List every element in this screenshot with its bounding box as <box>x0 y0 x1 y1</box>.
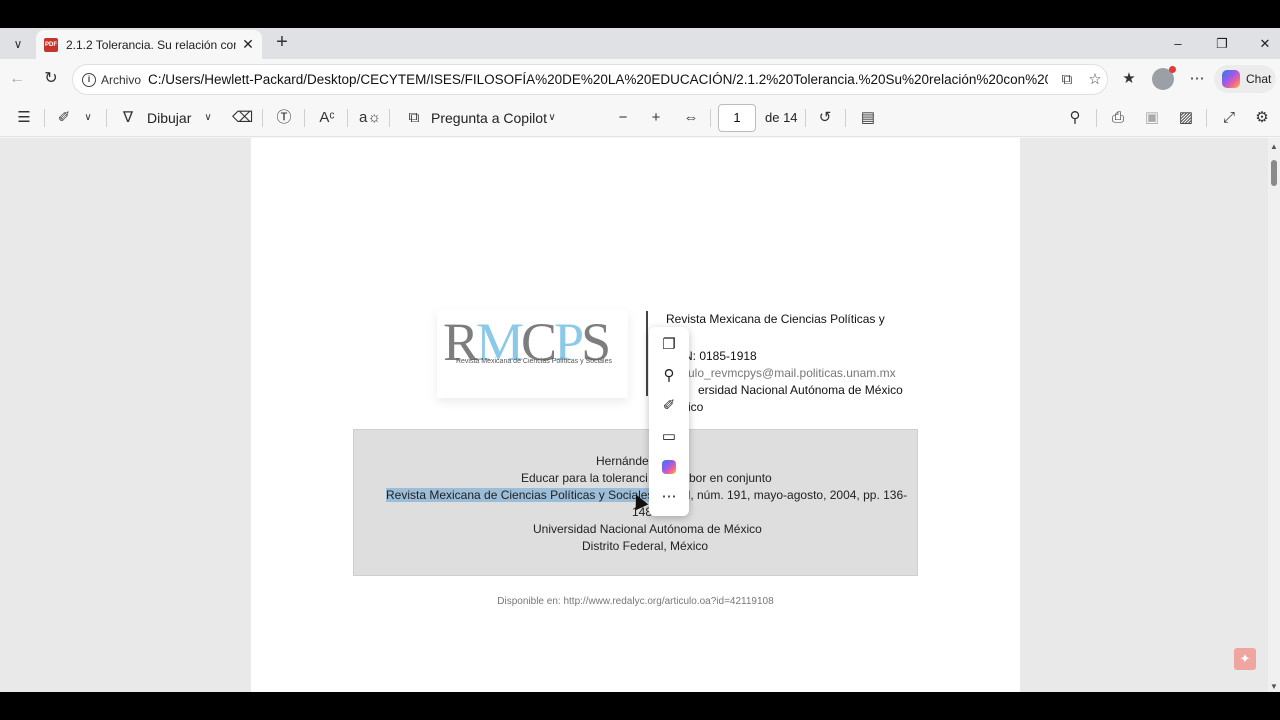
address-row: ← ↻ i Archivo C:/Users/Hewlett-Packard/D… <box>0 59 1280 100</box>
contents-list-icon[interactable]: ☰ <box>14 108 34 128</box>
available-at-link[interactable]: Disponible en: http://www.redalyc.org/ar… <box>251 596 1020 607</box>
highlight-icon[interactable]: ✐ <box>54 108 74 128</box>
tab-actions-chevron-icon[interactable]: ∨ <box>6 32 30 56</box>
copilot-ask-icon[interactable]: ⧉ <box>403 108 425 128</box>
scroll-up-arrow-icon[interactable]: ▲ <box>1270 142 1278 151</box>
address-bar[interactable]: i Archivo C:/Users/Hewlett-Packard/Deskt… <box>72 64 1108 95</box>
eraser-icon[interactable]: ⌫ <box>232 108 253 128</box>
citation-title: Educar para la toleranci <box>521 471 648 485</box>
zoom-in-icon[interactable]: + <box>646 108 666 128</box>
separator <box>389 109 390 127</box>
tab-title: 2.1.2 Tolerancia. Su relación con la <box>66 38 236 52</box>
read-aloud-icon[interactable]: Aᶜ <box>317 108 337 128</box>
translate-icon[interactable]: a☼ <box>359 108 381 128</box>
url-text[interactable]: C:/Users/Hewlett-Packard/Desktop/CECYTEM… <box>148 72 1048 87</box>
separator <box>845 109 846 127</box>
copy-icon[interactable]: ❐ <box>657 333 681 357</box>
search-icon[interactable]: ⚲ <box>1065 108 1085 128</box>
new-tab-button[interactable]: + <box>271 32 293 54</box>
selected-text[interactable]: Revista Mexicana de Ciencias Políticas y… <box>386 488 654 502</box>
restore-icon[interactable]: ❐ <box>1212 34 1232 54</box>
page-view-icon[interactable]: ▤ <box>857 108 879 128</box>
chat-label: Chat <box>1246 72 1272 86</box>
comment-icon[interactable]: ▭ <box>657 425 681 449</box>
translate-icon[interactable]: ⧉ <box>1058 71 1076 89</box>
citation-institution: Universidad Nacional Autónoma de México <box>533 522 762 536</box>
scroll-down-arrow-icon[interactable]: ▼ <box>1270 682 1278 691</box>
info-icon[interactable]: i <box>82 73 96 87</box>
separator <box>805 109 806 127</box>
close-window-icon[interactable]: ✕ <box>1255 34 1275 54</box>
journal-logo: RMCPS Revista Mexicana de Ciencias Polít… <box>437 310 628 398</box>
pdf-favicon-icon: PDF <box>44 38 58 52</box>
back-arrow-icon[interactable]: ← <box>6 68 28 90</box>
separator <box>710 109 711 127</box>
info-line: ico <box>688 400 704 414</box>
copilot-dropdown-chevron-icon[interactable]: ∨ <box>544 108 560 128</box>
citation-journal: Revista Mexicana de Ciencias Políticas y… <box>386 488 666 502</box>
pdf-toolbar: ☰ ✐ ∨ ∇ Dibujar ∨ ⌫ Ⓣ Aᶜ a☼ ⧉ Pregunta a… <box>0 100 1280 137</box>
citation-place: Distrito Federal, México <box>582 539 709 553</box>
separator <box>262 109 263 127</box>
citation-title-end: bor en conjunto <box>689 471 772 485</box>
separator <box>347 109 348 127</box>
citation-issue: ll, núm. 191, mayo-agosto, 2004, pp. 136… <box>685 488 908 502</box>
minimize-icon[interactable]: ‒ <box>1168 34 1188 54</box>
fit-width-icon[interactable]: ⇔ <box>680 108 702 128</box>
info-email: ulo_revmcpys@mail.politicas.unam.mx <box>688 366 896 380</box>
copilot-icon[interactable] <box>662 460 676 474</box>
pdf-viewer[interactable]: RMCPS Revista Mexicana de Ciencias Polít… <box>0 138 1280 692</box>
print-icon[interactable]: ⎙ <box>1107 108 1129 128</box>
ask-copilot-button[interactable]: Pregunta a Copilot <box>431 108 551 128</box>
logo-subtitle: Revista Mexicana de Ciencias Políticas y… <box>455 358 612 365</box>
rotate-icon[interactable]: ↺ <box>815 108 835 128</box>
info-line: N: 0185-1918 <box>684 349 757 363</box>
info-line: Revista Mexicana de Ciencias Políticas y <box>666 312 885 326</box>
draw-pen-icon[interactable]: ∇ <box>118 108 138 128</box>
draw-dropdown-chevron-icon[interactable]: ∨ <box>200 108 216 128</box>
page-number-input[interactable]: 1 <box>718 104 756 132</box>
refresh-icon[interactable]: ↻ <box>40 68 62 90</box>
active-tab[interactable]: PDF 2.1.2 Tolerancia. Su relación con la… <box>36 30 262 59</box>
browser-window: ∨ PDF 2.1.2 Tolerancia. Su relación con … <box>0 28 1280 692</box>
save-icon[interactable]: ▣ <box>1141 108 1163 128</box>
selection-context-menu: ❐ ⚲ ✐ ▭ ⋯ <box>649 327 689 516</box>
tab-close-icon[interactable]: ✕ <box>240 36 256 52</box>
copilot-icon <box>1222 70 1240 88</box>
separator <box>44 109 45 127</box>
zoom-out-icon[interactable]: − <box>613 108 633 128</box>
highlight-icon[interactable]: ✐ <box>657 394 681 418</box>
save-as-icon[interactable]: ▨ <box>1175 108 1197 128</box>
scroll-thumb[interactable] <box>1271 160 1277 186</box>
tab-strip: ∨ PDF 2.1.2 Tolerancia. Su relación con … <box>0 28 1280 59</box>
separator <box>304 109 305 127</box>
pdf-page[interactable]: RMCPS Revista Mexicana de Ciencias Polít… <box>251 138 1020 692</box>
profile-avatar[interactable] <box>1152 66 1176 90</box>
more-menu-icon[interactable]: ⋯ <box>1187 69 1207 89</box>
file-scheme-label: Archivo <box>101 73 142 87</box>
page-total: de 14 <box>765 110 798 125</box>
draw-button[interactable]: Dibujar <box>147 108 197 128</box>
separator <box>1096 109 1097 127</box>
info-line: ersidad Nacional Autónoma de México <box>698 383 903 397</box>
search-icon[interactable]: ⚲ <box>657 364 681 388</box>
citation-author: Hernánde <box>596 454 649 468</box>
separator <box>106 109 107 127</box>
divider-line <box>646 311 648 396</box>
separator <box>1206 109 1207 127</box>
vertical-scrollbar[interactable]: ▲ ▼ <box>1268 138 1280 692</box>
settings-gear-icon[interactable]: ⚙ <box>1251 108 1273 128</box>
more-options-icon[interactable]: ⋯ <box>657 485 681 509</box>
fullscreen-icon[interactable]: ⤢ <box>1218 108 1240 128</box>
favorite-star-icon[interactable]: ☆ <box>1086 71 1104 89</box>
highlight-dropdown-chevron-icon[interactable]: ∨ <box>80 108 96 128</box>
copilot-chat-button[interactable]: Chat <box>1214 65 1276 93</box>
acrobat-icon[interactable]: ✦ <box>1234 648 1256 670</box>
text-box-icon[interactable]: Ⓣ <box>274 108 294 128</box>
favorites-icon[interactable]: ★ <box>1119 69 1139 89</box>
